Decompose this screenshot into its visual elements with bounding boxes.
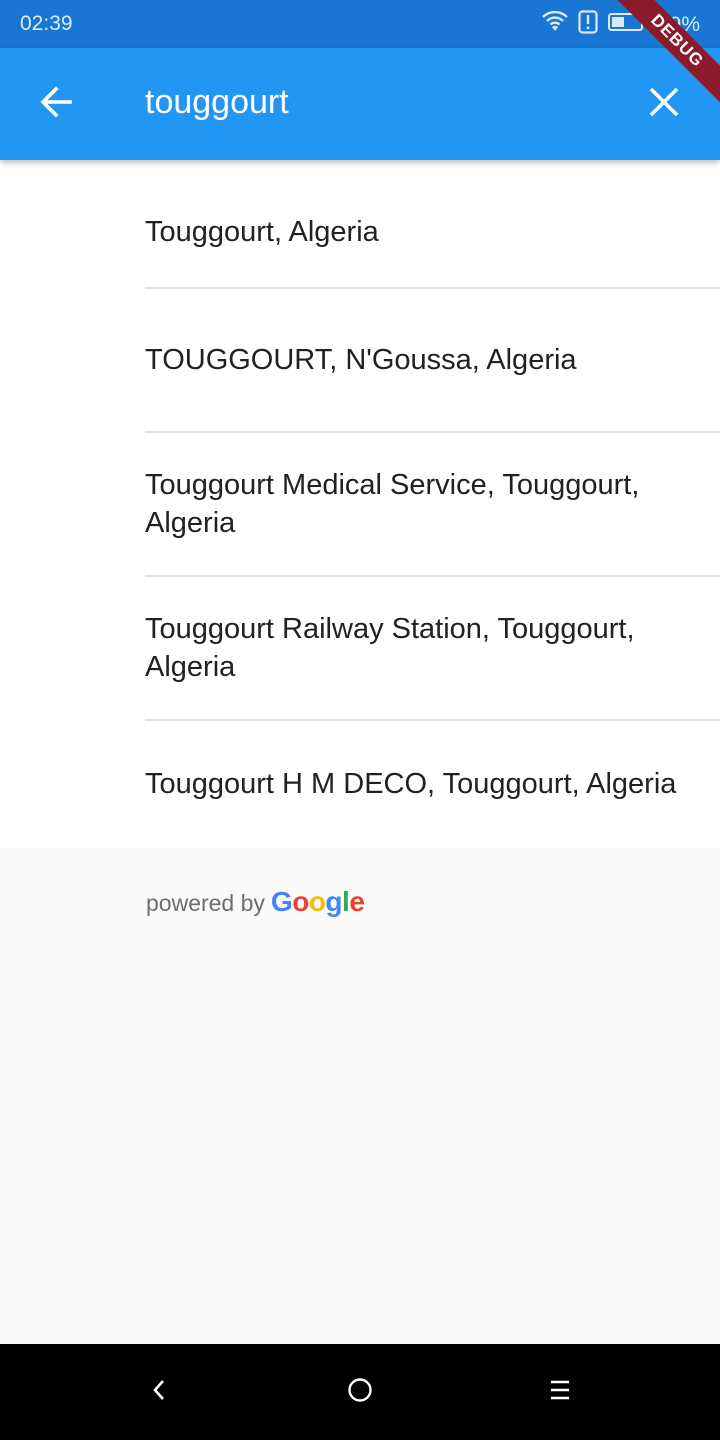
powered-by-text: powered by bbox=[146, 890, 265, 916]
alert-icon bbox=[578, 10, 598, 39]
nav-recents-button[interactable] bbox=[536, 1368, 584, 1416]
wifi-icon bbox=[542, 10, 568, 38]
result-item[interactable]: Touggourt Medical Service, Touggourt, Al… bbox=[145, 432, 720, 576]
back-button[interactable] bbox=[30, 78, 82, 130]
result-label: Touggourt Medical Service, Touggourt, Al… bbox=[145, 469, 640, 539]
search-input[interactable]: touggourt bbox=[145, 83, 289, 122]
result-label: TOUGGOURT, N'Goussa, Algeria bbox=[145, 344, 577, 376]
nav-home-button[interactable] bbox=[336, 1368, 384, 1416]
close-icon bbox=[648, 86, 680, 123]
result-label: Touggourt, Algeria bbox=[145, 216, 379, 248]
google-letter: o bbox=[292, 886, 309, 917]
arrow-back-icon bbox=[38, 84, 74, 125]
result-item[interactable]: Touggourt, Algeria bbox=[145, 160, 720, 304]
nav-home-icon bbox=[347, 1377, 373, 1408]
nav-back-button[interactable] bbox=[136, 1368, 184, 1416]
nav-recents-icon bbox=[548, 1379, 572, 1406]
system-nav-bar bbox=[0, 1344, 720, 1440]
status-time: 02:39 bbox=[20, 12, 73, 35]
result-item[interactable]: Touggourt Railway Station, Touggourt, Al… bbox=[145, 576, 720, 720]
google-letter: e bbox=[349, 886, 365, 917]
result-label: Touggourt Railway Station, Touggourt, Al… bbox=[145, 613, 635, 683]
app-bar: touggourt bbox=[0, 48, 720, 160]
google-letter: o bbox=[308, 886, 326, 917]
result-item[interactable]: TOUGGOURT, N'Goussa, Algeria bbox=[145, 288, 720, 432]
result-label: Touggourt H M DECO, Touggourt, Algeria bbox=[145, 768, 677, 800]
results-list: Touggourt, Algeria TOUGGOURT, N'Goussa, … bbox=[0, 160, 720, 848]
clear-button[interactable] bbox=[638, 78, 690, 130]
result-item[interactable]: Touggourt H M DECO, Touggourt, Algeria bbox=[145, 720, 720, 848]
google-letter: g bbox=[325, 886, 343, 917]
google-logo: Google bbox=[270, 886, 365, 918]
status-bar: 02:39 39% bbox=[0, 0, 720, 48]
google-letter: G bbox=[270, 886, 293, 917]
nav-back-icon bbox=[148, 1378, 172, 1407]
powered-by-google: powered by Google bbox=[146, 886, 365, 918]
